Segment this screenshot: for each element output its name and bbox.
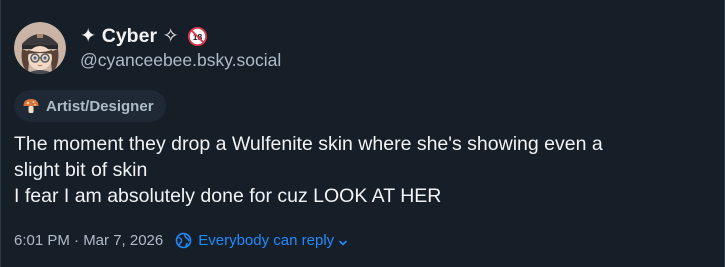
mushroom-icon [22,97,40,115]
post-text-line: The moment they drop a Wulfenite skin wh… [14,133,603,155]
chevron-down-icon [338,235,348,246]
post-card: ✦ Cyber ✧ 18 @cyanceebee.bsky.social Art… [0,0,725,267]
reply-settings-button[interactable]: Everybody can reply [175,232,348,249]
author-name-row: ✦ Cyber ✧ 18 [80,23,281,49]
post-text: The moment they drop a Wulfenite skin wh… [14,131,704,209]
author-handle[interactable]: @cyanceebee.bsky.social [80,50,281,71]
post-timestamp[interactable]: 6:01 PM · Mar 7, 2026 [14,232,163,249]
no-under-18-icon: 18 [187,26,207,46]
author-info: ✦ Cyber ✧ 18 @cyanceebee.bsky.social [80,23,281,71]
post-text-line: I fear I am absolutely done for cuz LOOK… [14,185,442,207]
earth-icon [175,232,192,249]
post-text-line: slight bit of skin [14,159,148,181]
badge-label: Artist/Designer [46,97,154,115]
profile-label-badge[interactable]: Artist/Designer [14,90,166,122]
reply-settings-label: Everybody can reply [198,231,335,249]
post-meta: 6:01 PM · Mar 7, 2026 Everybody can repl… [14,229,348,251]
avatar[interactable] [14,22,66,74]
display-name[interactable]: ✦ Cyber ✧ [80,24,179,48]
